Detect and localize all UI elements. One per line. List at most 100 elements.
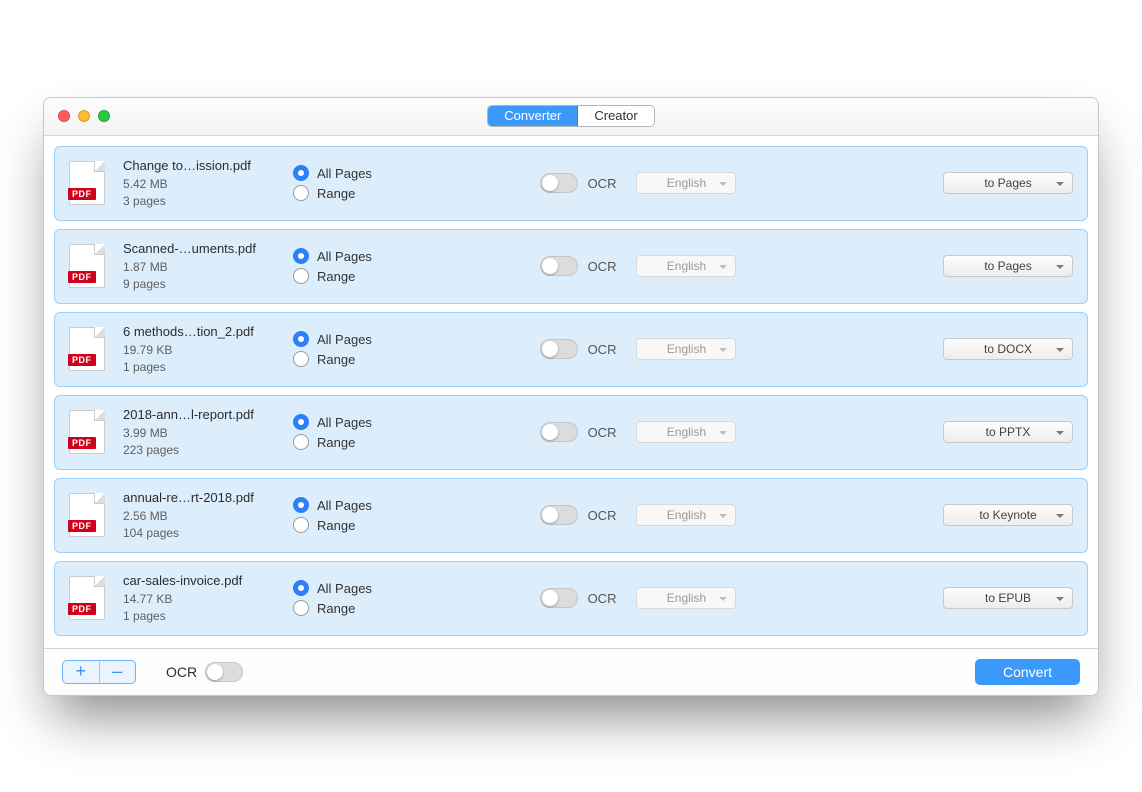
file-row[interactable]: PDF annual-re…rt-2018.pdf 2.56 MB 104 pa… <box>54 478 1088 553</box>
ocr-language-select[interactable]: English <box>636 338 736 360</box>
page-selection: All Pages Range <box>293 576 433 620</box>
radio-label: All Pages <box>317 581 372 596</box>
radio-label: Range <box>317 352 355 367</box>
file-row[interactable]: PDF 2018-ann…l-report.pdf 3.99 MB 223 pa… <box>54 395 1088 470</box>
footer-ocr-toggle[interactable] <box>205 662 243 682</box>
pdf-file-icon: PDF <box>69 327 105 371</box>
language-value: English <box>667 259 706 273</box>
ocr-language-select[interactable]: English <box>636 587 736 609</box>
radio-label: All Pages <box>317 498 372 513</box>
row-ocr-toggle[interactable] <box>540 505 578 525</box>
radio-all-pages[interactable]: All Pages <box>293 248 433 264</box>
format-select[interactable]: to Keynote <box>943 504 1073 526</box>
mode-segmented-control: Converter Creator <box>487 105 654 127</box>
file-pages: 223 pages <box>123 442 293 459</box>
format-value: to PPTX <box>986 425 1031 439</box>
ocr-group: OCR English <box>540 587 737 609</box>
minimize-icon[interactable] <box>78 110 90 122</box>
ocr-language-select[interactable]: English <box>636 172 736 194</box>
close-icon[interactable] <box>58 110 70 122</box>
radio-all-pages[interactable]: All Pages <box>293 580 433 596</box>
format-select[interactable]: to Pages <box>943 172 1073 194</box>
app-window: Converter Creator PDF Change to…ission.p… <box>43 97 1099 696</box>
page-selection: All Pages Range <box>293 493 433 537</box>
pdf-badge: PDF <box>68 188 96 200</box>
pdf-file-icon: PDF <box>69 410 105 454</box>
tab-converter[interactable]: Converter <box>488 106 578 126</box>
zoom-icon[interactable] <box>98 110 110 122</box>
file-row[interactable]: PDF Change to…ission.pdf 5.42 MB 3 pages… <box>54 146 1088 221</box>
ocr-language-select[interactable]: English <box>636 255 736 277</box>
radio-all-pages[interactable]: All Pages <box>293 414 433 430</box>
format-select[interactable]: to EPUB <box>943 587 1073 609</box>
radio-icon <box>293 600 309 616</box>
ocr-group: OCR English <box>540 255 737 277</box>
radio-range[interactable]: Range <box>293 517 433 533</box>
ocr-group: OCR English <box>540 338 737 360</box>
ocr-label: OCR <box>588 342 617 357</box>
file-row[interactable]: PDF car-sales-invoice.pdf 14.77 KB 1 pag… <box>54 561 1088 636</box>
ocr-label: OCR <box>588 259 617 274</box>
file-size: 19.79 KB <box>123 342 293 359</box>
file-size: 14.77 KB <box>123 591 293 608</box>
file-meta: Scanned-…uments.pdf 1.87 MB 9 pages <box>123 240 293 293</box>
file-row[interactable]: PDF Scanned-…uments.pdf 1.87 MB 9 pages … <box>54 229 1088 304</box>
row-ocr-toggle[interactable] <box>540 422 578 442</box>
pdf-file-icon: PDF <box>69 244 105 288</box>
tab-creator[interactable]: Creator <box>578 106 653 126</box>
format-value: to Keynote <box>979 508 1036 522</box>
file-size: 1.87 MB <box>123 259 293 276</box>
ocr-language-select[interactable]: English <box>636 421 736 443</box>
format-value: to Pages <box>984 259 1031 273</box>
radio-range[interactable]: Range <box>293 185 433 201</box>
radio-icon <box>293 580 309 596</box>
pdf-badge: PDF <box>68 271 96 283</box>
radio-all-pages[interactable]: All Pages <box>293 331 433 347</box>
page-selection: All Pages Range <box>293 410 433 454</box>
radio-label: Range <box>317 269 355 284</box>
file-name: 6 methods…tion_2.pdf <box>123 323 293 340</box>
row-ocr-toggle[interactable] <box>540 256 578 276</box>
radio-icon <box>293 517 309 533</box>
row-ocr-toggle[interactable] <box>540 588 578 608</box>
radio-icon <box>293 414 309 430</box>
ocr-group: OCR English <box>540 172 737 194</box>
radio-range[interactable]: Range <box>293 434 433 450</box>
language-value: English <box>667 342 706 356</box>
format-select[interactable]: to PPTX <box>943 421 1073 443</box>
file-meta: 6 methods…tion_2.pdf 19.79 KB 1 pages <box>123 323 293 376</box>
remove-file-button[interactable]: – <box>100 661 136 683</box>
row-ocr-toggle[interactable] <box>540 339 578 359</box>
file-meta: annual-re…rt-2018.pdf 2.56 MB 104 pages <box>123 489 293 542</box>
file-size: 5.42 MB <box>123 176 293 193</box>
row-ocr-toggle[interactable] <box>540 173 578 193</box>
page-selection: All Pages Range <box>293 161 433 205</box>
radio-range[interactable]: Range <box>293 351 433 367</box>
page-selection: All Pages Range <box>293 244 433 288</box>
radio-label: All Pages <box>317 415 372 430</box>
radio-all-pages[interactable]: All Pages <box>293 497 433 513</box>
file-name: Scanned-…uments.pdf <box>123 240 293 257</box>
ocr-language-select[interactable]: English <box>636 504 736 526</box>
file-name: car-sales-invoice.pdf <box>123 572 293 589</box>
language-value: English <box>667 508 706 522</box>
file-row[interactable]: PDF 6 methods…tion_2.pdf 19.79 KB 1 page… <box>54 312 1088 387</box>
format-value: to EPUB <box>985 591 1031 605</box>
file-list: PDF Change to…ission.pdf 5.42 MB 3 pages… <box>44 136 1098 648</box>
convert-button[interactable]: Convert <box>975 659 1080 685</box>
pdf-file-icon: PDF <box>69 161 105 205</box>
file-size: 3.99 MB <box>123 425 293 442</box>
language-value: English <box>667 425 706 439</box>
radio-range[interactable]: Range <box>293 268 433 284</box>
file-size: 2.56 MB <box>123 508 293 525</box>
ocr-group: OCR English <box>540 421 737 443</box>
radio-all-pages[interactable]: All Pages <box>293 165 433 181</box>
format-select[interactable]: to Pages <box>943 255 1073 277</box>
ocr-label: OCR <box>588 591 617 606</box>
pdf-badge: PDF <box>68 354 96 366</box>
radio-range[interactable]: Range <box>293 600 433 616</box>
pdf-badge: PDF <box>68 603 96 615</box>
ocr-label: OCR <box>588 425 617 440</box>
format-select[interactable]: to DOCX <box>943 338 1073 360</box>
add-file-button[interactable]: + <box>63 661 100 683</box>
